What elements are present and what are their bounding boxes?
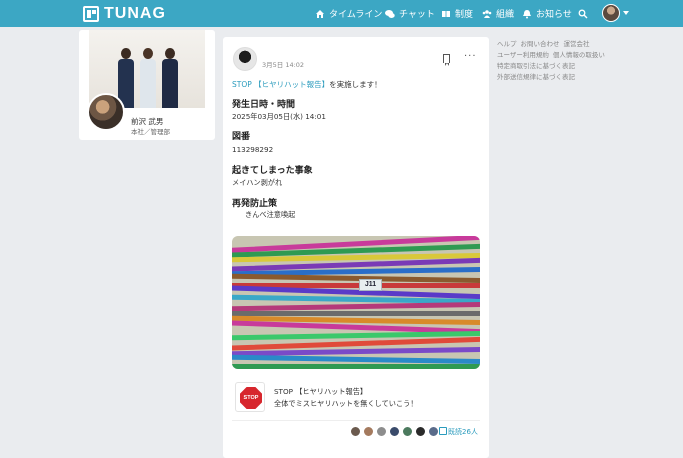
user-avatar[interactable] xyxy=(602,4,620,22)
post-lead-link[interactable]: STOP 【ヒヤリハット報告】 xyxy=(232,80,329,89)
reader-avatar xyxy=(376,425,387,437)
section-value-prevention: きんべ注意喚起 xyxy=(245,210,296,219)
section-value-drawing-number: 113298292 xyxy=(232,145,274,154)
link-commerce-law[interactable]: 特定商取引法に基づく表記 xyxy=(497,62,575,70)
footer-links: ヘルプ お問い合わせ 運営会社 ユーザー利用規約 個人情報の取扱い 特定商取引法に基づ… xyxy=(497,39,617,83)
logo-mark-icon xyxy=(83,5,99,22)
nav-notifications[interactable]: お知らせ xyxy=(522,0,572,27)
section-value-incident: メイハン剥がれ xyxy=(232,178,283,187)
post-author-avatar[interactable] xyxy=(233,47,257,71)
reader-avatar xyxy=(402,425,413,437)
link-company[interactable]: 運営会社 xyxy=(564,40,590,48)
section-title-datetime: 発生日時・時間 xyxy=(232,100,296,110)
link-terms[interactable]: ユーザー利用規約 xyxy=(497,51,549,59)
section-title-drawing-number: 図番 xyxy=(232,132,251,142)
post-date: 3月5日 14:02 xyxy=(262,61,305,69)
nav-timeline[interactable]: タイムライン xyxy=(315,0,382,27)
cover-person-2 xyxy=(139,48,157,108)
link-external-transmission[interactable]: 外部送信規律に基づく表記 xyxy=(497,73,575,81)
more-options-icon[interactable]: ··· xyxy=(464,51,477,62)
post-photo[interactable]: J11 xyxy=(232,236,480,369)
post-lead: STOP 【ヒヤリハット報告】を実施します！ xyxy=(232,80,482,91)
link-privacy[interactable]: 個人情報の取扱い xyxy=(553,51,605,59)
nav-timeline-label: タイムライン xyxy=(329,10,383,20)
divider xyxy=(232,420,480,421)
reader-avatar xyxy=(389,425,400,437)
cover-person-3 xyxy=(161,48,179,108)
wire-label-tag: J11 xyxy=(359,279,382,291)
nav-system[interactable]: 制度 xyxy=(441,0,473,27)
post-card: 3月5日 14:02 ··· STOP 【ヒヤリハット報告】を実施します！ 発生… xyxy=(223,37,489,458)
reader-avatar xyxy=(350,425,361,437)
reader-avatars[interactable] xyxy=(350,425,439,437)
link-contact[interactable]: お問い合わせ xyxy=(521,40,560,48)
search-button[interactable] xyxy=(578,0,588,27)
reader-avatar xyxy=(363,425,374,437)
stop-sign-icon: STOP xyxy=(240,387,262,409)
profile-department: 本社／管理部 xyxy=(131,128,170,136)
nav-system-label: 制度 xyxy=(455,10,474,20)
template-subtitle: 全体でミスヒヤリハットを無くしていこう！ xyxy=(274,399,418,408)
nav-chat[interactable]: チャット xyxy=(385,0,435,27)
top-navigation-bar: TUNAG タイムライン チャット 制度 組織 お知らせ xyxy=(0,0,683,27)
read-receipt-icon xyxy=(439,427,447,435)
nav-organization-label: 組織 xyxy=(496,10,515,20)
nav-notifications-label: お知らせ xyxy=(536,10,572,20)
nav-organization[interactable]: 組織 xyxy=(482,0,514,27)
link-help[interactable]: ヘルプ xyxy=(497,40,517,48)
tunag-logo[interactable]: TUNAG xyxy=(83,4,166,23)
template-thumbnail[interactable]: STOP xyxy=(235,382,265,412)
section-title-incident: 起きてしまった事象 xyxy=(232,166,313,176)
post-lead-suffix: を実施します！ xyxy=(329,80,382,89)
search-icon xyxy=(578,9,588,18)
reader-avatar xyxy=(415,425,426,437)
nav-chat-label: チャット xyxy=(399,10,435,20)
chevron-down-icon[interactable] xyxy=(623,11,629,15)
bell-icon xyxy=(523,9,531,18)
profile-avatar[interactable] xyxy=(87,93,125,131)
logo-text: TUNAG xyxy=(104,4,166,22)
section-value-datetime: 2025年03月05日(水) 14:01 xyxy=(232,112,326,121)
template-title[interactable]: STOP 【ヒヤリハット報告】 xyxy=(274,387,367,397)
read-count[interactable]: 既読26人 xyxy=(448,427,478,437)
bookmark-icon[interactable] xyxy=(443,54,450,66)
book-icon xyxy=(442,10,450,17)
reader-avatar xyxy=(428,425,439,437)
users-icon xyxy=(482,9,492,18)
chat-icon xyxy=(385,9,395,18)
section-title-prevention: 再発防止策 xyxy=(232,199,278,209)
home-icon xyxy=(316,9,324,18)
